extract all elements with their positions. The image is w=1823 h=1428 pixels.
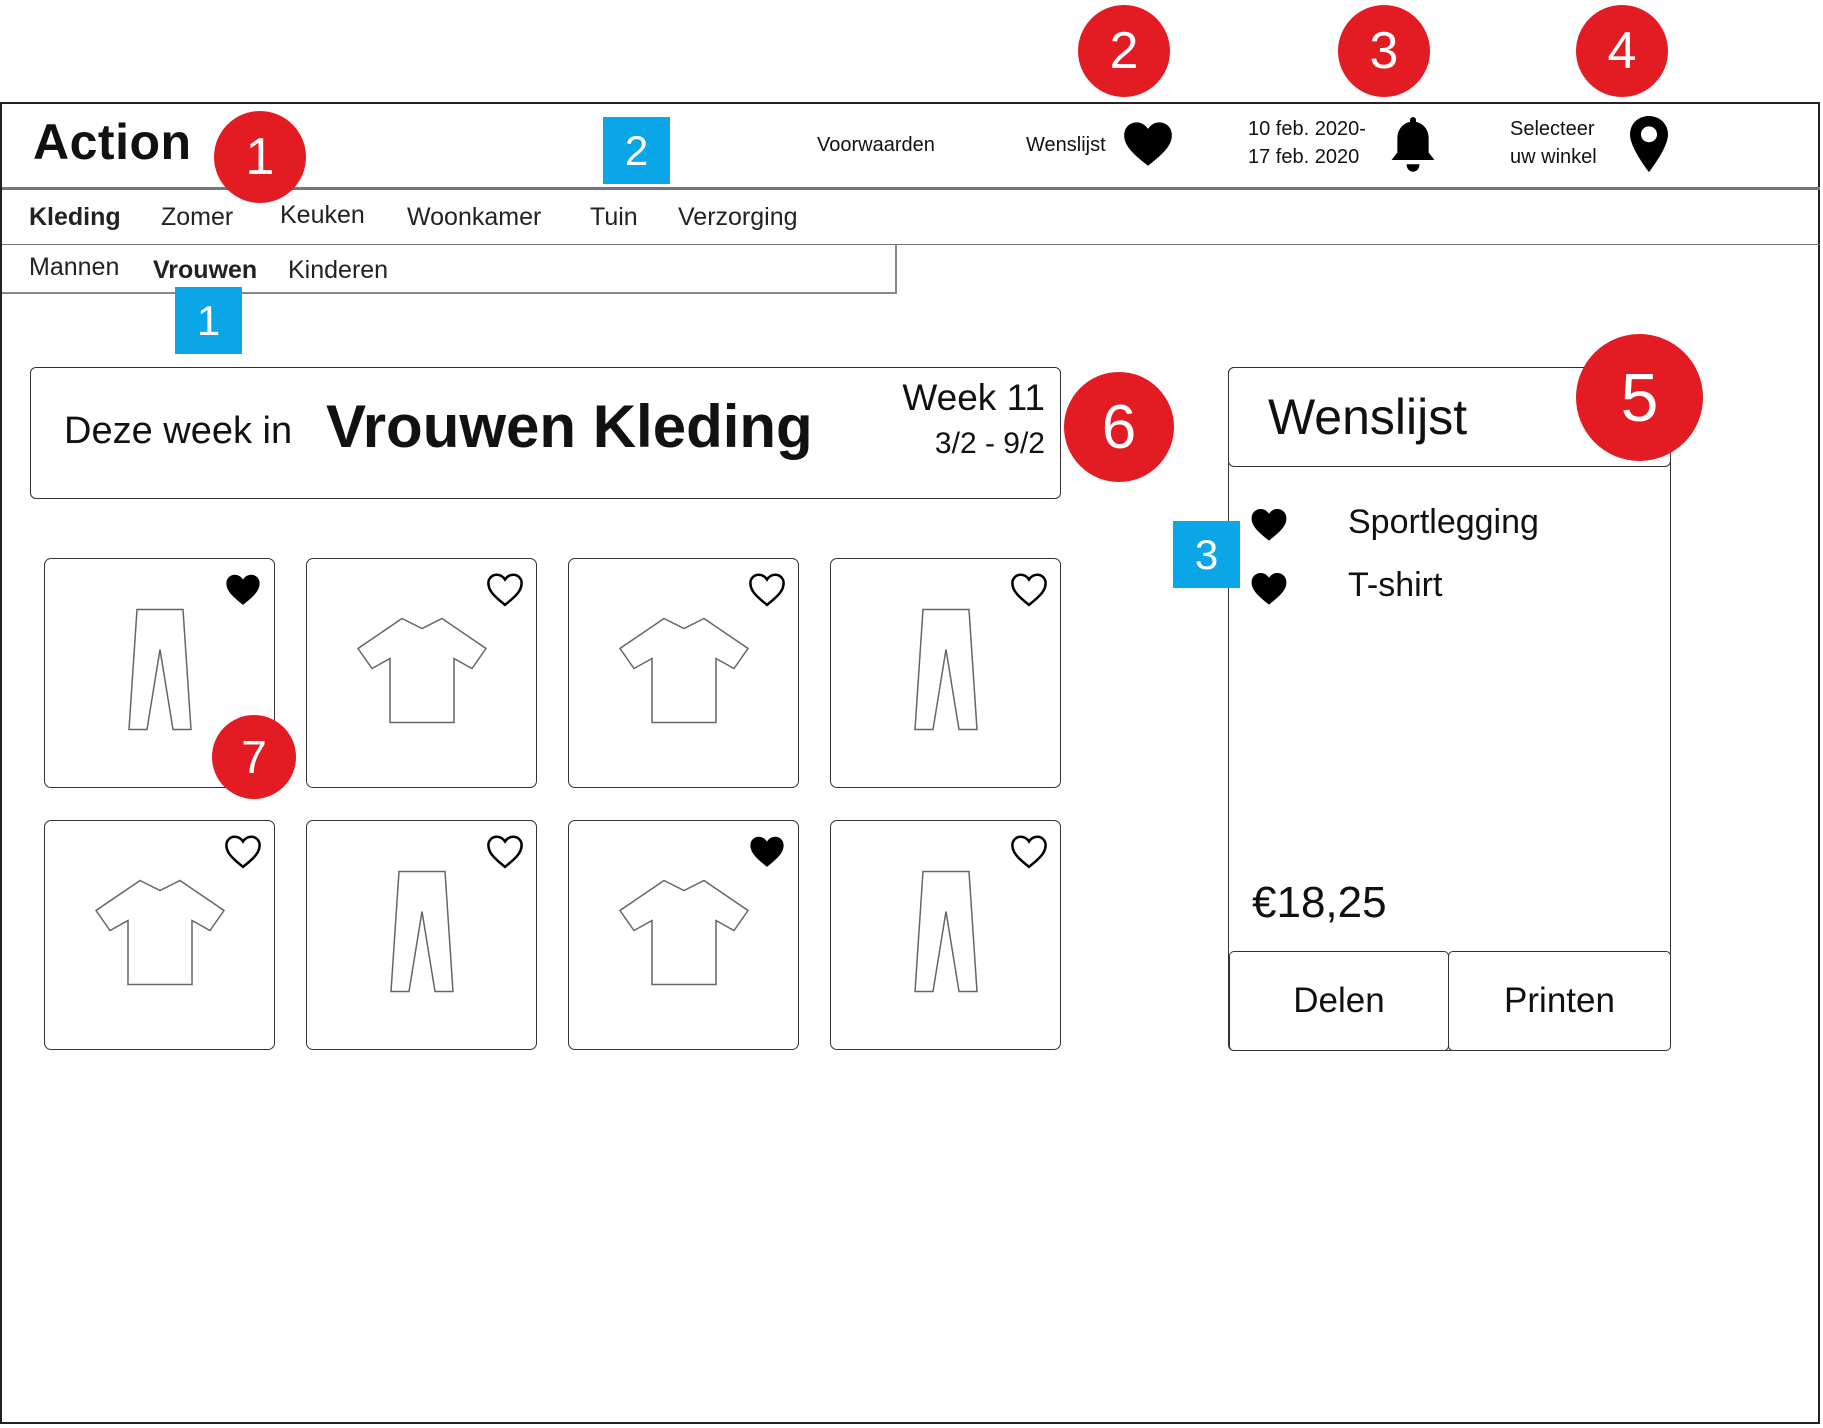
wishlist-panel [1228,367,1671,1051]
heart-icon[interactable] [1122,118,1174,168]
banner-week: Week 11 [902,377,1045,418]
wishlist-panel-title: Wenslijst [1268,389,1468,445]
pants-icon [911,870,981,1001]
pants-icon [125,608,195,739]
product-card[interactable] [830,558,1061,788]
product-card[interactable] [830,820,1061,1050]
subnav-container [2,245,897,294]
annotation-marker: 2 [1078,5,1170,97]
heart-icon[interactable] [1010,833,1048,869]
nav-item-kleding[interactable]: Kleding [29,203,121,232]
pants-icon [387,870,457,1001]
heart-icon[interactable] [748,571,786,607]
store-select-line-2[interactable]: uw winkel [1510,146,1597,169]
product-card[interactable] [44,820,275,1050]
heart-icon[interactable] [1010,571,1048,607]
tshirt-icon [94,877,226,994]
wishlist-link[interactable]: Wenslijst [1026,134,1106,157]
terms-link[interactable]: Voorwaarden [817,134,935,157]
heart-icon[interactable] [224,571,262,607]
wishlist-total: €18,25 [1252,878,1387,927]
annotation-marker: 7 [212,715,296,799]
nav-item-tuin[interactable]: Tuin [590,203,638,232]
banner-title: Vrouwen Kleding [326,393,813,460]
tshirt-icon [618,615,750,732]
tshirt-icon [618,877,750,994]
heart-icon[interactable] [748,833,786,869]
heart-icon[interactable] [1250,570,1288,606]
tshirt-icon [356,615,488,732]
product-card[interactable] [306,820,537,1050]
share-button[interactable]: Delen [1229,951,1449,1051]
heart-icon[interactable] [1250,506,1288,542]
print-button[interactable]: Printen [1448,951,1671,1051]
subnav-item-vrouwen[interactable]: Vrouwen [153,256,257,285]
pants-icon [911,608,981,739]
wishlist-item-label[interactable]: Sportlegging [1348,503,1539,542]
annotation-marker: 5 [1576,334,1703,461]
bell-icon[interactable] [1387,115,1439,175]
annotation-marker: 1 [175,287,242,354]
nav-item-verzorging[interactable]: Verzorging [678,203,798,232]
annotation-marker: 6 [1064,372,1174,482]
product-card[interactable] [568,820,799,1050]
annotation-marker: 3 [1173,521,1240,588]
banner-prefix: Deze week in [64,410,293,452]
subnav-item-mannen[interactable]: Mannen [29,253,119,282]
map-pin-icon[interactable] [1625,114,1673,174]
product-card[interactable] [306,558,537,788]
annotation-marker: 3 [1338,5,1430,97]
annotation-marker: 4 [1576,5,1668,97]
subnav-item-kinderen[interactable]: Kinderen [288,256,388,285]
nav-item-zomer[interactable]: Zomer [161,203,233,232]
date-range-line-1: 10 feb. 2020- [1248,118,1366,140]
heart-icon[interactable] [486,571,524,607]
product-card[interactable] [568,558,799,788]
date-range-line-2: 17 feb. 2020 [1248,146,1360,168]
annotation-marker: 1 [214,111,306,203]
wishlist-item-label[interactable]: T-shirt [1348,566,1442,605]
nav-item-keuken[interactable]: Keuken [280,201,365,230]
banner-dates: 3/2 - 9/2 [934,427,1045,460]
heart-icon[interactable] [224,833,262,869]
annotation-marker: 2 [603,117,670,184]
nav-item-woonkamer[interactable]: Woonkamer [407,203,541,232]
store-select-line-1[interactable]: Selecteer [1510,118,1595,141]
site-logo[interactable]: Action [33,113,192,171]
heart-icon[interactable] [486,833,524,869]
